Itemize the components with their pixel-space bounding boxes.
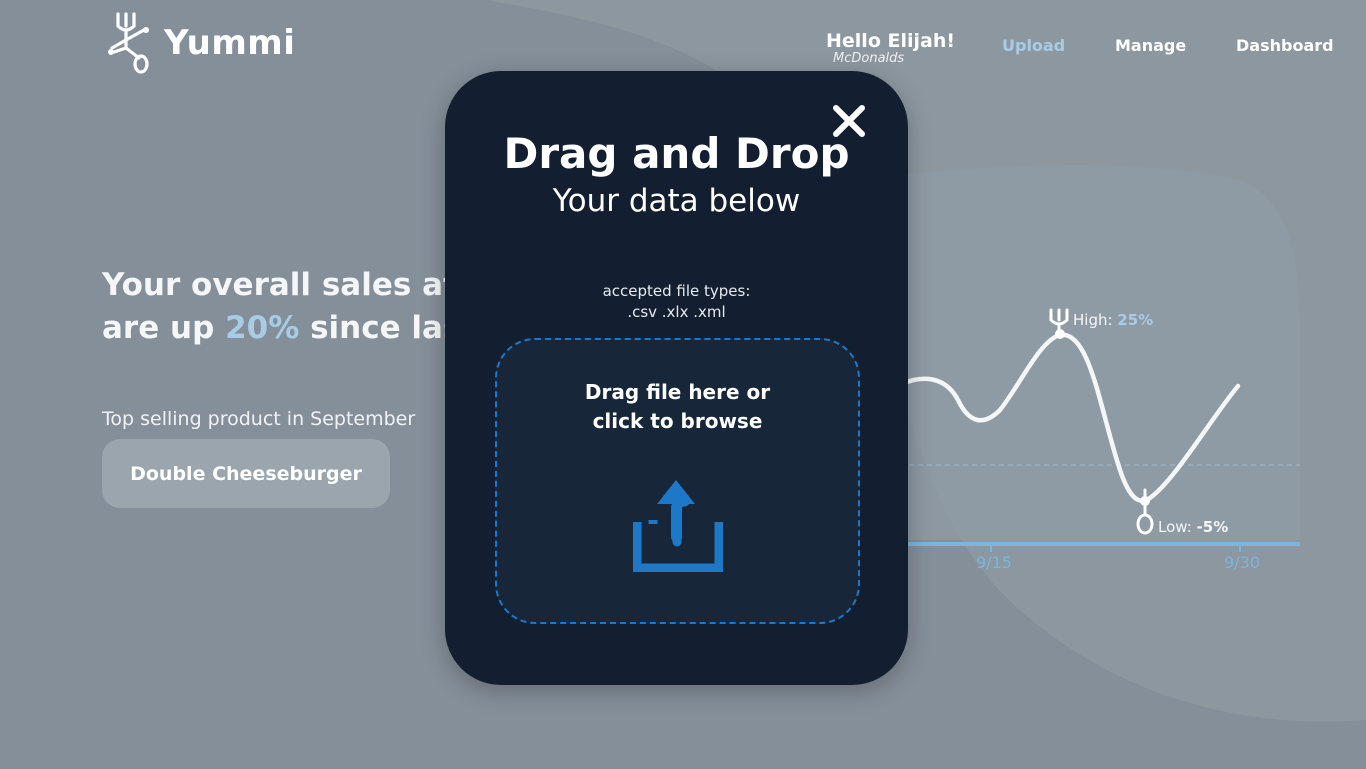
fork-spoon-logo-icon bbox=[108, 12, 149, 74]
headline-percent: 20% bbox=[225, 310, 300, 346]
app-name: Yummi bbox=[164, 23, 296, 63]
accepted-file-types-label: accepted file types: bbox=[602, 282, 751, 300]
modal-title: Drag and Drop bbox=[503, 129, 850, 178]
app-logo[interactable]: Yummi bbox=[106, 12, 295, 74]
dropzone-instructions: Drag file here or click to browse bbox=[497, 378, 858, 436]
upload-icon bbox=[633, 480, 723, 572]
nav-upload[interactable]: Upload bbox=[1002, 36, 1065, 55]
file-dropzone[interactable]: Drag file here or click to browse bbox=[495, 338, 860, 624]
greeting-company: McDonalds bbox=[833, 51, 905, 66]
dropzone-line-1: Drag file here or bbox=[584, 380, 771, 404]
nav-dashboard[interactable]: Dashboard bbox=[1236, 36, 1334, 55]
nav-manage[interactable]: Manage bbox=[1115, 36, 1186, 55]
upload-modal: Drag and Drop Your data below accepted f… bbox=[445, 71, 908, 685]
headline-prefix: are up bbox=[102, 310, 226, 346]
dropzone-line-2: click to browse bbox=[592, 409, 763, 433]
top-selling-label: Top selling product in September bbox=[102, 408, 416, 430]
top-product-pill[interactable]: Double Cheeseburger bbox=[102, 439, 390, 508]
modal-subtitle: Your data below bbox=[552, 183, 801, 219]
accepted-file-types-list: .csv .xlx .xml bbox=[627, 303, 726, 321]
greeting-name: Hello Elijah! bbox=[826, 30, 956, 52]
user-greeting: Hello Elijah! McDonalds bbox=[826, 30, 955, 65]
